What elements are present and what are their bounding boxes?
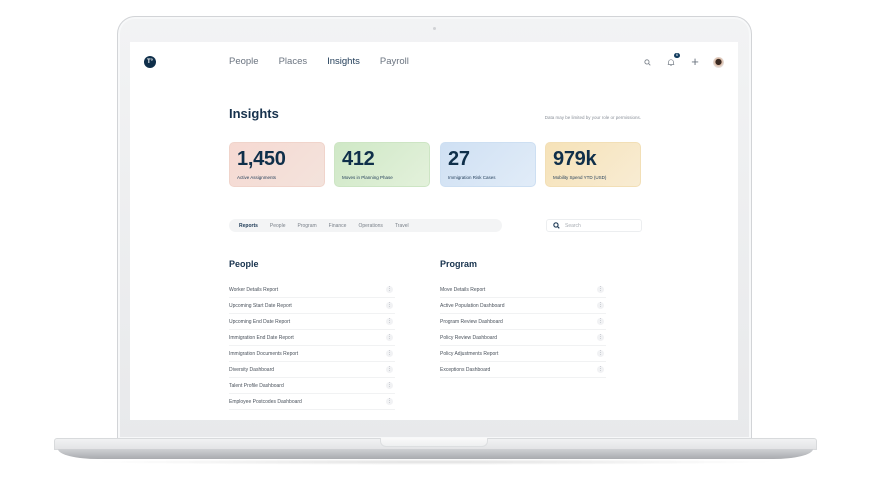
laptop-camera (433, 27, 436, 30)
laptop-shadow (90, 459, 780, 465)
report-tabs: Reports People Program Finance Operation… (229, 219, 502, 232)
more-options-icon[interactable]: ⋮ (597, 366, 604, 373)
more-options-icon[interactable]: ⋮ (386, 398, 393, 405)
report-name: Exceptions Dashboard (440, 366, 491, 373)
plus-icon[interactable]: + (689, 55, 701, 69)
stat-value: 1,450 (237, 148, 286, 170)
report-name: Talent Profile Dashboard (229, 382, 284, 389)
more-options-icon[interactable]: ⋮ (386, 334, 393, 341)
notification-badge: 6 (674, 53, 680, 58)
report-search (546, 219, 642, 232)
stat-value: 979k (553, 148, 597, 170)
list-item[interactable]: Active Population Dashboard ⋮ (440, 298, 606, 314)
more-options-icon[interactable]: ⋮ (597, 334, 604, 341)
notifications-button[interactable]: 6 (665, 53, 680, 69)
program-report-list: Move Details Report ⋮ Active Population Da… (440, 282, 606, 378)
more-options-icon[interactable]: ⋮ (597, 318, 604, 325)
nav-insights[interactable]: Insights (327, 56, 360, 68)
search-icon[interactable] (641, 55, 653, 69)
permissions-disclaimer: Data may be limited by your role or perm… (544, 115, 641, 120)
nav-payroll[interactable]: Payroll (380, 56, 409, 68)
bell-icon (667, 58, 675, 66)
people-report-list: Worker Details Report ⋮ Upcoming Start Dat… (229, 282, 395, 410)
report-name: Immigration End Date Report (229, 334, 294, 341)
report-name: Worker Details Report (229, 286, 279, 293)
nav-places[interactable]: Places (279, 56, 308, 68)
stat-card-active-assignments[interactable]: 1,450 Active Assignments (229, 142, 325, 187)
list-item[interactable]: Move Details Report ⋮ (440, 282, 606, 298)
stat-card-immigration-risk[interactable]: 27 Immigration Risk Cases (440, 142, 536, 187)
list-item[interactable]: Policy Review Dashboard ⋮ (440, 330, 606, 346)
list-item[interactable]: Diversity Dashboard ⋮ (229, 362, 395, 378)
more-options-icon[interactable]: ⋮ (386, 350, 393, 357)
more-options-icon[interactable]: ⋮ (597, 286, 604, 293)
list-item[interactable]: Upcoming Start Date Report ⋮ (229, 298, 395, 314)
tab-travel[interactable]: Travel (395, 223, 409, 229)
list-item[interactable]: Worker Details Report ⋮ (229, 282, 395, 298)
list-item[interactable]: Employee Postcodes Dashboard ⋮ (229, 394, 395, 410)
list-item[interactable]: Policy Adjustments Report ⋮ (440, 346, 606, 362)
list-item[interactable]: Program Review Dashboard ⋮ (440, 314, 606, 330)
top-actions: 6 + (641, 53, 724, 69)
more-options-icon[interactable]: ⋮ (386, 318, 393, 325)
app-logo[interactable]: T° (144, 56, 156, 68)
more-options-icon[interactable]: ⋮ (386, 302, 393, 309)
report-name: Policy Adjustments Report (440, 350, 499, 357)
report-name: Upcoming Start Date Report (229, 302, 292, 309)
stat-label: Moves in Planning Phase (342, 175, 393, 180)
more-options-icon[interactable]: ⋮ (597, 350, 604, 357)
report-name: Diversity Dashboard (229, 366, 275, 373)
laptop-notch (380, 438, 488, 447)
nav-people[interactable]: People (229, 56, 259, 68)
list-item[interactable]: Talent Profile Dashboard ⋮ (229, 378, 395, 394)
tab-operations[interactable]: Operations (358, 223, 382, 229)
list-item[interactable]: Immigration Documents Report ⋮ (229, 346, 395, 362)
page-title: Insights (229, 106, 279, 121)
report-name: Policy Review Dashboard (440, 334, 497, 341)
search-icon (553, 222, 560, 229)
tab-program[interactable]: Program (297, 223, 316, 229)
list-item[interactable]: Immigration End Date Report ⋮ (229, 330, 395, 346)
more-options-icon[interactable]: ⋮ (386, 286, 393, 293)
tab-people[interactable]: People (270, 223, 286, 229)
app-screen: T° People Places Insights Payroll 6 + In… (130, 42, 738, 420)
more-options-icon[interactable]: ⋮ (386, 382, 393, 389)
list-item[interactable]: Upcoming End Date Report ⋮ (229, 314, 395, 330)
stat-label: Active Assignments (237, 175, 277, 180)
stat-card-moves-planning[interactable]: 412 Moves in Planning Phase (334, 142, 430, 187)
list-item[interactable]: Exceptions Dashboard ⋮ (440, 362, 606, 378)
stat-label: Immigration Risk Cases (448, 175, 496, 180)
more-options-icon[interactable]: ⋮ (597, 302, 604, 309)
report-name: Active Population Dashboard (440, 302, 505, 309)
stat-value: 412 (342, 148, 375, 170)
stat-value: 27 (448, 148, 470, 170)
tab-reports[interactable]: Reports (239, 223, 258, 229)
section-title-program: Program (440, 259, 478, 269)
report-name: Upcoming End Date Report (229, 318, 291, 325)
report-name: Employee Postcodes Dashboard (229, 398, 302, 405)
report-name: Immigration Documents Report (229, 350, 299, 357)
user-avatar[interactable] (713, 56, 724, 68)
search-input[interactable] (565, 222, 635, 229)
report-name: Program Review Dashboard (440, 318, 503, 325)
more-options-icon[interactable]: ⋮ (386, 366, 393, 373)
main-nav: People Places Insights Payroll (229, 56, 409, 68)
tab-finance[interactable]: Finance (329, 223, 347, 229)
stat-card-mobility-spend[interactable]: 979k Mobility Spend YTD (USD) (545, 142, 641, 187)
report-name: Move Details Report (440, 286, 486, 293)
section-title-people: People (229, 259, 259, 269)
laptop-base-bottom (58, 449, 813, 459)
stat-label: Mobility Spend YTD (USD) (553, 175, 607, 180)
